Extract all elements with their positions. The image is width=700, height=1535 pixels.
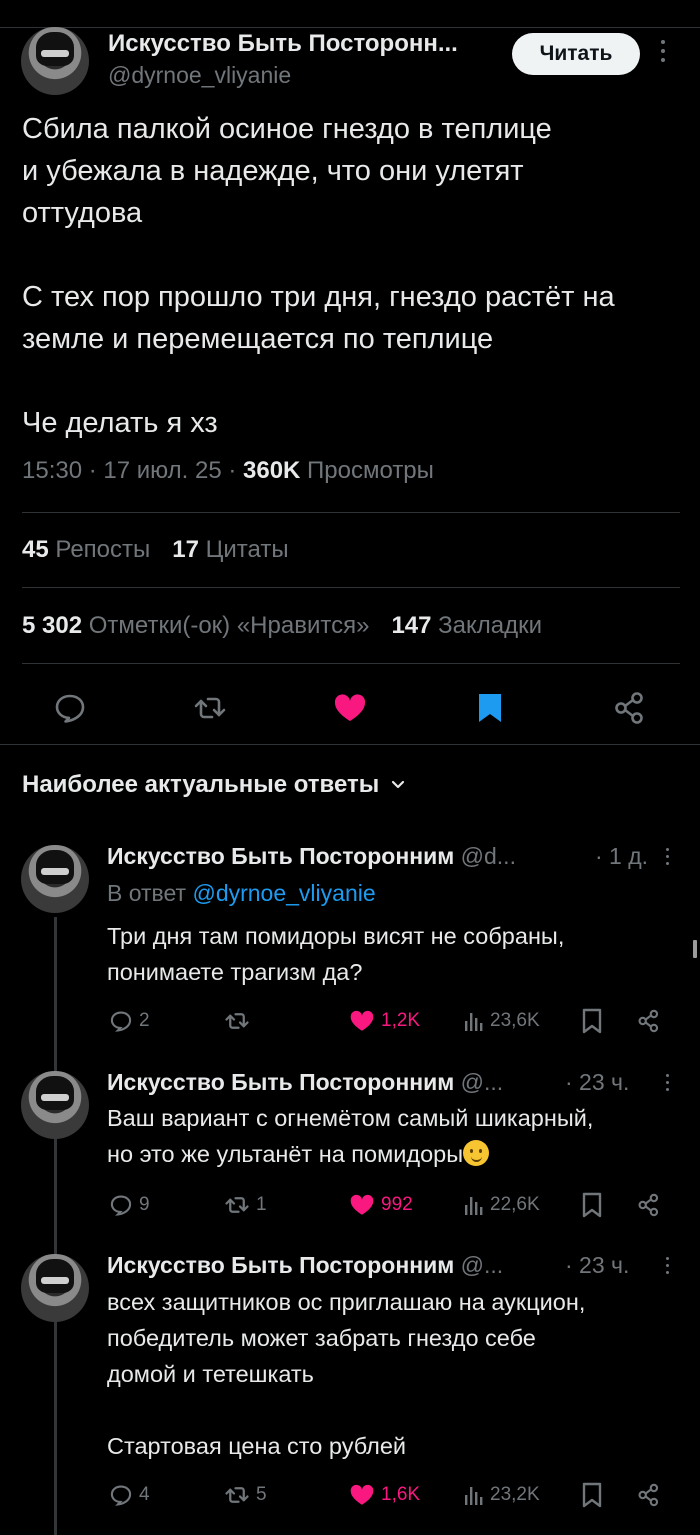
- likes-link[interactable]: 5 302 Отметки(-ок) «Нравится»: [22, 612, 369, 639]
- thread-connector: [54, 917, 57, 1535]
- reposts-link[interactable]: 45 Репосты: [22, 536, 150, 563]
- tweet-meta: 15:30 · 17 июл. 25 · 360K Просмотры: [22, 457, 434, 485]
- reply-avatar[interactable]: [21, 1071, 89, 1139]
- like-stats: 5 302 Отметки(-ок) «Нравится» 147 Закладк…: [22, 612, 542, 640]
- replies-header: Наиболее актуальные ответы: [22, 771, 380, 798]
- author-handle[interactable]: @dyrnoe_vliyanie: [108, 62, 291, 89]
- replies-sort-dropdown[interactable]: Наиболее актуальные ответы: [22, 771, 407, 799]
- bookmark-icon: [582, 1192, 602, 1218]
- reply-time: · 1 д.: [595, 843, 649, 869]
- reply-text: всех защитников ос приглашаю на аукцион,…: [107, 1289, 586, 1459]
- bookmark-icon: [582, 1482, 602, 1508]
- reply-share-button[interactable]: [635, 1188, 663, 1222]
- reply-repost-button[interactable]: 1: [222, 1188, 267, 1222]
- reply-action-bar: 9 1 992 22,6K: [107, 1188, 677, 1222]
- reply-repost-button[interactable]: [222, 1004, 256, 1038]
- reply-handle: @...: [460, 1252, 504, 1278]
- reply-time: · 23 ч.: [565, 1252, 630, 1278]
- reply-share-button[interactable]: [635, 1004, 663, 1038]
- reply-reply-button[interactable]: 2: [107, 1004, 150, 1038]
- scrollbar-thumb[interactable]: [693, 940, 697, 958]
- more-options-icon[interactable]: [660, 1074, 674, 1098]
- repost-icon: [225, 1487, 249, 1503]
- reply-handle: @d...: [460, 843, 516, 869]
- repost-icon: [225, 1013, 249, 1029]
- reply-icon[interactable]: [50, 688, 90, 728]
- share-icon: [638, 1483, 659, 1507]
- reply-icon: [110, 1011, 132, 1032]
- tweet-time: 15:30 · 17 июл. 25 ·: [22, 457, 243, 484]
- views-icon: [465, 1197, 483, 1215]
- reply-views[interactable]: 23,2K: [462, 1478, 540, 1512]
- reply-bookmark-button[interactable]: [579, 1004, 605, 1038]
- reply-icon: [110, 1485, 132, 1506]
- quotes-link[interactable]: 17 Цитаты: [172, 536, 288, 563]
- more-options-icon[interactable]: [660, 1257, 674, 1281]
- reply-like-button[interactable]: 1,2K: [347, 1004, 420, 1038]
- reply-icon: [110, 1195, 132, 1216]
- author-name[interactable]: Искусство Быть Посторонн...: [108, 30, 458, 58]
- more-options-icon[interactable]: [656, 40, 670, 68]
- share-icon: [638, 1009, 659, 1033]
- tweet-action-bar: [0, 680, 700, 736]
- divider: [22, 663, 680, 664]
- share-icon: [638, 1193, 659, 1217]
- reply-bookmark-button[interactable]: [579, 1188, 605, 1222]
- divider: [0, 744, 700, 745]
- more-options-icon[interactable]: [660, 848, 674, 872]
- divider: [22, 587, 680, 588]
- reply-action-bar: 2 1,2K 23,6K: [107, 1004, 677, 1038]
- reply-avatar[interactable]: [21, 1254, 89, 1322]
- views-label[interactable]: Просмотры: [307, 457, 434, 484]
- like-icon: [350, 1194, 374, 1215]
- bookmark-icon: [582, 1008, 602, 1034]
- reply-avatar[interactable]: [21, 845, 89, 913]
- reply-author[interactable]: Искусство Быть Посторонним @d...: [107, 843, 516, 870]
- views-icon: [465, 1013, 483, 1031]
- author-avatar[interactable]: [21, 27, 89, 95]
- reply-share-button[interactable]: [635, 1478, 663, 1512]
- reply-handle: @...: [460, 1069, 504, 1095]
- bookmarks-link[interactable]: 147 Закладки: [391, 612, 542, 639]
- views-count: 360K: [243, 457, 301, 484]
- reply-author[interactable]: Искусство Быть Посторонним @...: [107, 1252, 503, 1279]
- in-reply-handle-link[interactable]: @dyrnoe_vliyanie: [192, 880, 375, 906]
- reply-like-button[interactable]: 1,6K: [347, 1478, 420, 1512]
- follow-button[interactable]: Читать: [512, 33, 640, 75]
- reply-views[interactable]: 23,6K: [462, 1004, 540, 1038]
- like-icon: [350, 1484, 374, 1505]
- reply-repost-button[interactable]: 5: [222, 1478, 267, 1512]
- reply-action-bar: 4 5 1,6K 23,2K: [107, 1478, 677, 1512]
- reply-reply-button[interactable]: 9: [107, 1188, 150, 1222]
- share-icon[interactable]: [610, 688, 650, 728]
- reply-like-button[interactable]: 992: [347, 1188, 413, 1222]
- smiling-face-emoji-icon: [463, 1140, 490, 1166]
- repost-icon[interactable]: [190, 688, 230, 728]
- reply-reply-button[interactable]: 4: [107, 1478, 150, 1512]
- in-reply-to: В ответ @dyrnoe_vliyanie: [107, 880, 376, 906]
- bookmark-icon[interactable]: [470, 688, 510, 728]
- reply-text: Три дня там помидоры висят не собраны, п…: [107, 923, 565, 985]
- reply-text: Ваш вариант с огнемётом самый шикарный, …: [107, 1105, 594, 1167]
- reply-views[interactable]: 22,6K: [462, 1188, 540, 1222]
- repost-stats: 45 Репосты 17 Цитаты: [22, 536, 289, 564]
- like-icon: [350, 1010, 374, 1031]
- repost-icon: [225, 1197, 249, 1213]
- top-divider: [0, 27, 700, 28]
- reply-time: · 23 ч.: [565, 1069, 630, 1095]
- chevron-down-icon: [392, 780, 405, 789]
- tweet-text: Сбила палкой осиное гнездо в теплице и у…: [22, 113, 615, 439]
- views-icon: [465, 1487, 483, 1505]
- reply-bookmark-button[interactable]: [579, 1478, 605, 1512]
- like-icon[interactable]: [330, 688, 370, 728]
- reply-author[interactable]: Искусство Быть Посторонним @...: [107, 1069, 503, 1096]
- divider: [22, 512, 680, 513]
